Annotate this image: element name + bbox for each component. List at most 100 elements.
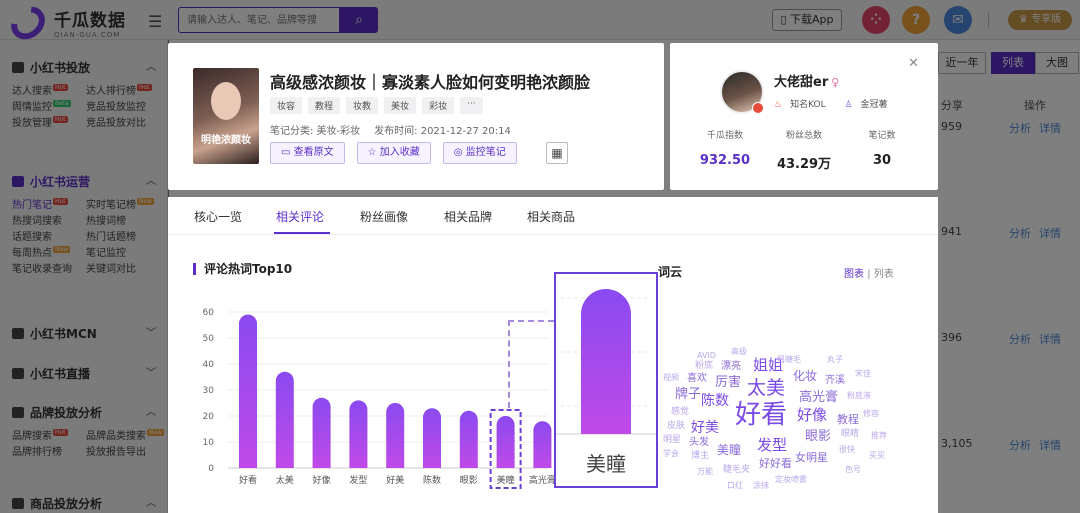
note-tag[interactable]: 妆容 <box>270 97 303 114</box>
wordcloud-word: 粉底液 <box>847 391 871 400</box>
note-tag[interactable]: 教程 <box>308 97 341 114</box>
avatar[interactable] <box>720 70 764 114</box>
x-tick-label: 好看 <box>239 474 257 486</box>
bar-发型[interactable] <box>349 400 368 468</box>
bar-好像[interactable] <box>312 397 331 468</box>
wordcloud-word: 修容 <box>863 409 879 418</box>
wordcloud-word: 学会 <box>663 449 679 458</box>
wordcloud-word: 推荐 <box>871 431 887 440</box>
stat-qiangua-index: 千瓜指数 932.50 <box>699 131 751 168</box>
note-actions: ▭ 查看原文 ☆ 加入收藏 ◎ 监控笔记 <box>270 142 529 164</box>
wordcloud-word: 女明星 <box>795 451 828 464</box>
bar-陈数[interactable] <box>423 408 441 468</box>
author-tags: ♨ 知名KOL ♙ 金冠薯 <box>774 97 904 110</box>
cover-caption: 明艳浓颜妆 <box>201 135 251 146</box>
wordcloud-word: 喜欢 <box>687 373 707 384</box>
bar-好看[interactable] <box>239 314 257 468</box>
fire-icon: ♨ <box>774 100 783 110</box>
x-tick-label: 美瞳 <box>497 474 515 486</box>
analysis-panel: 核心一览 相关评论 粉丝画像 相关品牌 相关商品 评论热词Top10 词云 图表… <box>168 197 938 513</box>
wordcloud-word: 感觉 <box>671 407 690 417</box>
y-tick-label: 40 <box>203 360 215 370</box>
wordcloud-word: 齐溪 <box>825 375 845 386</box>
wordcloud-word: 化妆 <box>793 369 818 383</box>
x-tick-label: 陈数 <box>423 474 441 486</box>
stat-notes: 笔记数 30 <box>868 131 896 168</box>
note-info-card: 明艳浓颜妆 高级感浓颜妆｜寡淡素人脸如何变明艳浓颜脸 妆容 教程 妆教 美妆 彩… <box>168 43 664 190</box>
wordcloud-word: 万能 <box>697 467 713 476</box>
note-meta: 笔记分类: 美妆-彩妆 发布时间: 2021-12-27 20:14 <box>270 122 511 137</box>
note-tag[interactable]: 妆教 <box>346 97 379 114</box>
wordcloud-word: AVID <box>697 351 716 360</box>
kol-tag: ♨ 知名KOL <box>774 100 826 110</box>
wordcloud-word: 博主 <box>691 451 710 461</box>
wordcloud-word: 发型 <box>757 436 788 454</box>
female-icon: ♀ <box>831 76 840 89</box>
more-tags-button[interactable]: ··· <box>460 97 483 114</box>
wordcloud-word: 陈数 <box>701 393 729 409</box>
verified-badge-icon <box>752 102 764 114</box>
note-tags: 妆容 教程 妆教 美妆 彩妆 ··· <box>270 97 489 114</box>
potato-icon: ♙ <box>844 100 853 110</box>
x-tick-label: 太美 <box>276 474 294 486</box>
x-tick-label: 高光膏 <box>529 474 556 486</box>
close-icon[interactable]: ✕ <box>908 56 919 71</box>
view-original-button[interactable]: ▭ 查看原文 <box>270 142 345 164</box>
wordcloud-word: 粉底 <box>695 361 714 371</box>
y-tick-label: 0 <box>208 464 214 474</box>
bar-高光膏[interactable] <box>533 421 552 468</box>
wordcloud-word: 睫毛夹 <box>723 465 751 475</box>
y-tick-label: 50 <box>203 334 215 344</box>
wordcloud-word: 口红 <box>727 481 743 490</box>
note-publish-time: 发布时间: 2021-12-27 20:14 <box>374 126 511 137</box>
x-tick-label: 好美 <box>386 474 404 486</box>
bar-太美[interactable] <box>275 371 294 468</box>
zoom-label: 美瞳 <box>586 452 626 476</box>
zoom-bar <box>581 289 631 434</box>
zoom-connector <box>508 320 554 322</box>
pin-icon: ◎ <box>453 147 463 158</box>
wordcloud-word: 涂抹 <box>753 481 769 490</box>
wordcloud-title: 词云 <box>658 265 683 279</box>
y-tick-label: 30 <box>203 386 215 396</box>
wordcloud-word: 教程 <box>837 413 859 426</box>
monitor-note-button[interactable]: ◎ 监控笔记 <box>442 142 517 164</box>
author-card: 大佬甜er ♀ ♨ 知名KOL ♙ 金冠薯 ✕ 千瓜指数 932.50 粉丝总数 43… <box>670 43 938 190</box>
wordcloud-word: 宋佳 <box>855 369 871 378</box>
wordcloud-word: 太美 <box>747 377 786 399</box>
toggle-chart[interactable]: 图表 <box>844 269 864 280</box>
note-tag[interactable]: 彩妆 <box>422 97 455 114</box>
wordcloud-word: 高光膏 <box>799 390 839 405</box>
wordcloud-word: 眼影 <box>805 429 832 444</box>
note-cover-image[interactable]: 明艳浓颜妆 <box>193 68 259 164</box>
wordcloud-word: 丸子 <box>827 355 843 364</box>
bar-好美[interactable] <box>386 403 405 468</box>
author-name[interactable]: 大佬甜er ♀ <box>774 71 839 90</box>
toggle-list[interactable]: 列表 <box>874 269 894 280</box>
wordcloud: 好看 太美 姐姐 陈数 厉害 牌子 化妆 高光膏 好像 教程 眼影 好美 发型 美瞳 女明星 好好看 漂亮 粉底喜… <box>659 346 914 506</box>
wordcloud-word: 美瞳 <box>717 443 742 457</box>
add-favorite-button[interactable]: ☆ 加入收藏 <box>356 142 431 164</box>
wordcloud-word: 眼睛 <box>841 429 860 439</box>
qr-code-icon[interactable]: ▦ <box>546 142 568 164</box>
toggle-separator: | <box>867 269 871 280</box>
y-tick-label: 10 <box>203 438 215 448</box>
wordcloud-word: 厉害 <box>715 375 742 390</box>
wordcloud-word: 高级 <box>731 347 747 356</box>
wordcloud-word: 定妆喷雾 <box>775 475 807 484</box>
wordcloud-word: 好好看 <box>759 457 792 470</box>
wordcloud-word: 漂亮 <box>721 361 741 372</box>
wordcloud-word: 牌子 <box>675 387 702 402</box>
star-icon: ☆ <box>367 147 377 158</box>
wordcloud-word: 好美 <box>691 420 719 436</box>
note-category: 笔记分类: 美妆-彩妆 <box>270 126 361 137</box>
wordcloud-word: 眉睫毛 <box>777 355 801 364</box>
bar-眼影[interactable] <box>459 410 478 468</box>
wordcloud-word: 色号 <box>845 465 861 474</box>
x-tick-label: 眼影 <box>460 475 478 486</box>
bar-美瞳[interactable] <box>496 416 515 468</box>
y-tick-label: 20 <box>203 412 215 422</box>
note-tag[interactable]: 美妆 <box>384 97 417 114</box>
stat-followers: 粉丝总数 43.29万 <box>776 131 832 172</box>
zoom-callout: 美瞳 <box>554 272 658 488</box>
